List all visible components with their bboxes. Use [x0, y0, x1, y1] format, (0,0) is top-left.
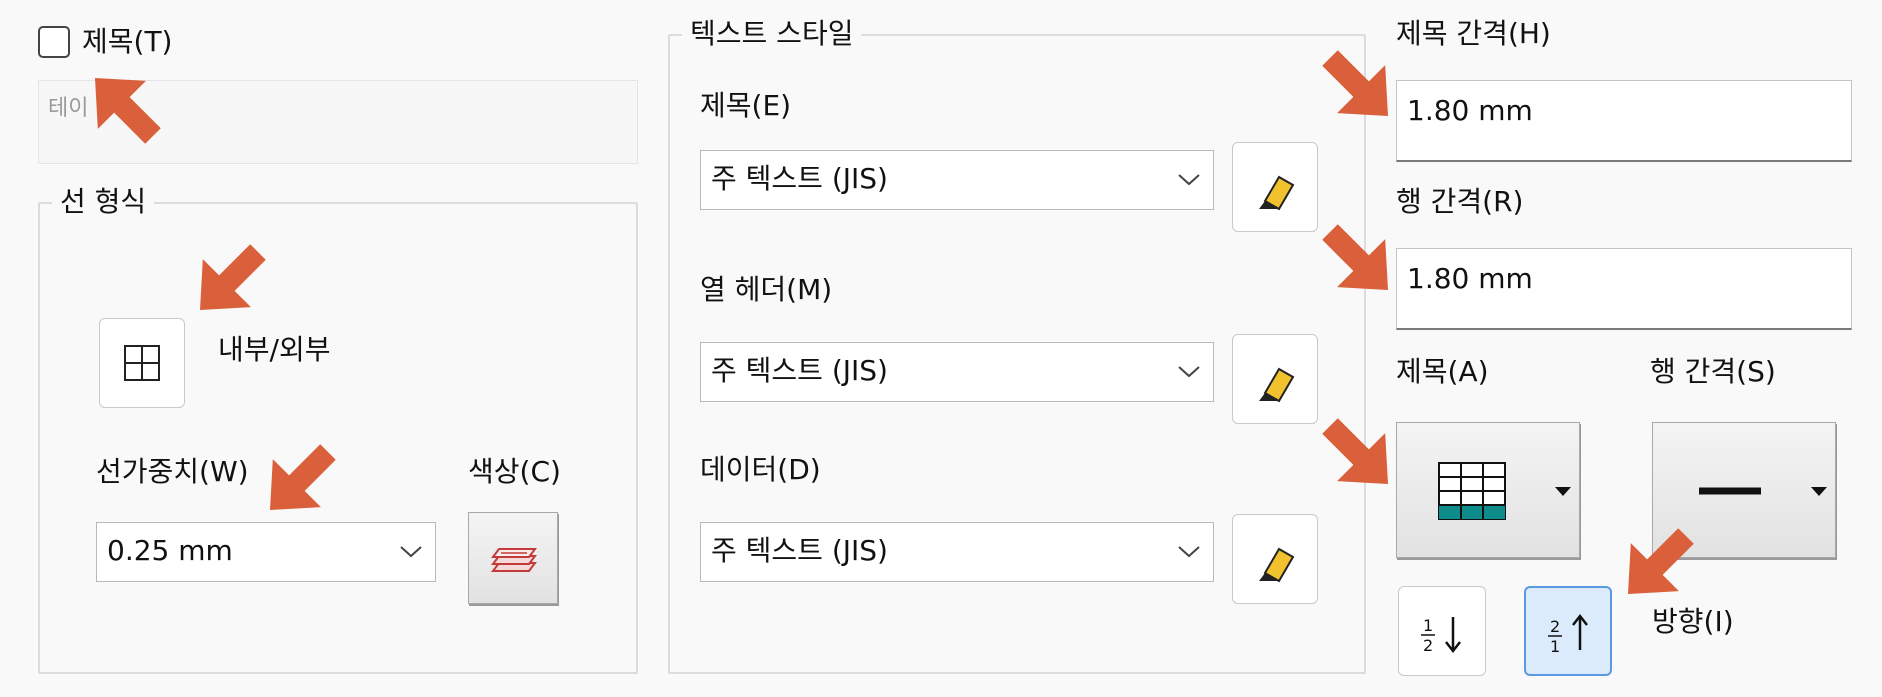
annotation-arrow-icon: [95, 50, 1694, 594]
